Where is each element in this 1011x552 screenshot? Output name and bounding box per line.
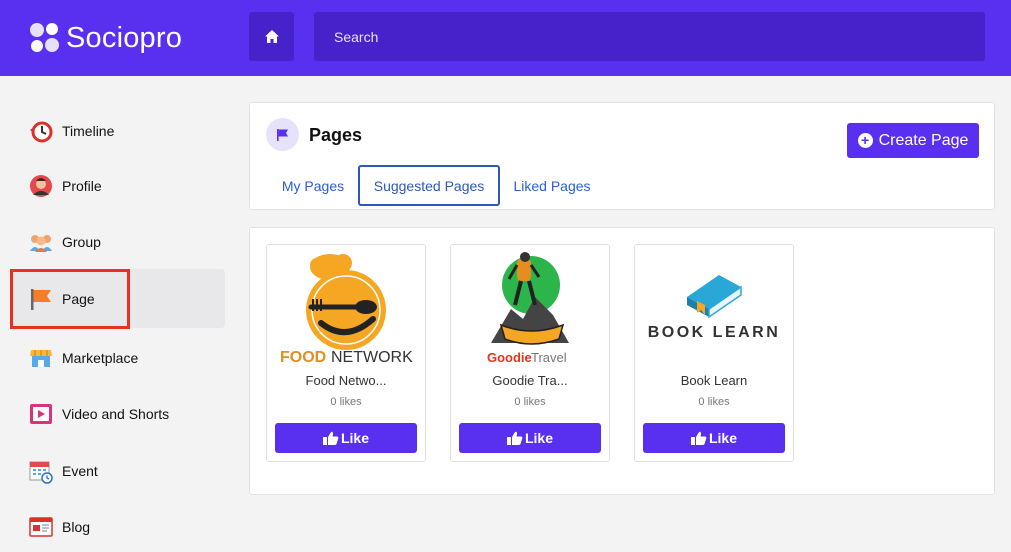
like-label: Like [340, 430, 369, 446]
video-play-icon [28, 401, 54, 427]
page-card[interactable]: Goodie Travel Goodie Tra... 0 likes Like [450, 244, 610, 462]
sidebar-item-label: Event [62, 462, 98, 479]
logo-text-travel: Travel [531, 350, 567, 365]
like-button[interactable]: Like [459, 423, 601, 453]
sidebar-item-group[interactable]: Group [10, 212, 225, 271]
sidebar-item-label: Group [62, 233, 101, 250]
page-likes: 0 likes [514, 396, 546, 408]
sidebar-item-label: Page [62, 290, 95, 307]
thumbs-up-icon [690, 431, 707, 445]
suggested-pages-grid: FOOD NETWORK Food Netwo... 0 likes Like … [249, 227, 995, 495]
page-likes: 0 likes [330, 396, 362, 408]
sidebar-item-marketplace[interactable]: Marketplace [10, 328, 225, 387]
profile-avatar-icon [28, 173, 54, 199]
logo-text-book-learn: BOOK LEARN [648, 324, 781, 341]
goodie-travel-logo: Goodie Travel [451, 245, 609, 370]
group-people-icon [28, 229, 54, 255]
sidebar-item-label: Video and Shorts [62, 405, 170, 422]
page-card[interactable]: FOOD NETWORK Food Netwo... 0 likes Like [266, 244, 426, 462]
home-button[interactable] [249, 12, 294, 61]
marketplace-store-icon [28, 345, 54, 371]
sidebar-item-label: Profile [62, 177, 102, 194]
tab-liked-pages[interactable]: Liked Pages [508, 165, 596, 206]
sidebar-item-label: Timeline [62, 122, 115, 139]
page-name[interactable]: Goodie Tra... [451, 373, 609, 388]
sidebar-item-blog[interactable]: Blog [10, 497, 225, 552]
like-label: Like [708, 430, 737, 446]
like-label: Like [524, 430, 553, 446]
pages-header-card: Pages + Create Page My Pages Suggested P… [249, 102, 995, 210]
app-name: Sociopro [66, 21, 183, 54]
page-name[interactable]: Book Learn [635, 373, 793, 388]
book-learn-logo: BOOK LEARN [635, 245, 793, 370]
sidebar-item-label: Blog [62, 518, 91, 535]
sidebar-item-event[interactable]: Event [10, 441, 225, 500]
tab-suggested-pages[interactable]: Suggested Pages [358, 165, 500, 206]
sidebar-item-timeline[interactable]: Timeline [10, 101, 225, 160]
page-likes: 0 likes [698, 396, 730, 408]
logo-text-network: NETWORK [331, 349, 413, 366]
logo-text-goodie: Goodie [487, 350, 532, 365]
create-page-label: Create Page [878, 131, 969, 149]
plus-icon: + [857, 133, 873, 148]
tab-my-pages[interactable]: My Pages [272, 165, 354, 206]
home-icon [264, 30, 279, 43]
thumbs-up-icon [322, 431, 339, 445]
search-input[interactable] [314, 12, 985, 61]
food-network-logo: FOOD NETWORK [267, 245, 425, 370]
like-button[interactable]: Like [643, 423, 785, 453]
sidebar-item-video[interactable]: Video and Shorts [10, 384, 225, 443]
sidebar-item-profile[interactable]: Profile [10, 156, 225, 215]
like-button[interactable]: Like [275, 423, 417, 453]
blog-icon [28, 514, 54, 540]
logo-text-food: FOOD [280, 349, 326, 366]
logo-icon [30, 23, 59, 52]
sidebar-item-label: Marketplace [62, 349, 139, 366]
thumbs-up-icon [506, 431, 523, 445]
create-page-button[interactable]: + Create Page [847, 123, 979, 158]
event-calendar-icon [28, 458, 54, 484]
top-header: Sociopro [0, 0, 1011, 76]
page-name[interactable]: Food Netwo... [267, 373, 425, 388]
page-title: Pages [309, 125, 363, 145]
page-card[interactable]: BOOK LEARN Book Learn 0 likes Like [634, 244, 794, 462]
page-flag-icon [28, 286, 54, 312]
sidebar-item-page[interactable]: Page [10, 269, 225, 328]
pages-flag-icon [266, 118, 299, 151]
timeline-clock-icon [28, 118, 54, 144]
app-logo[interactable]: Sociopro [28, 18, 182, 58]
